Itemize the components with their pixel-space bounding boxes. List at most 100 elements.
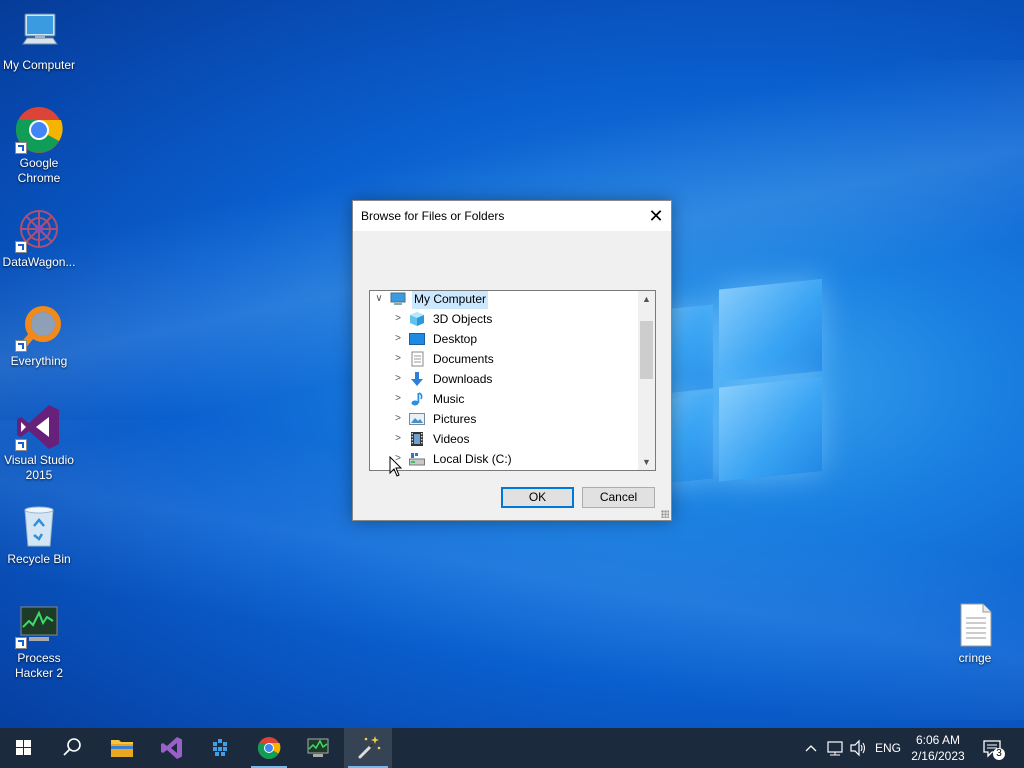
input-language-indicator[interactable]: ENG	[872, 728, 904, 768]
film-strip-icon	[409, 431, 425, 447]
tree-item-label: Pictures	[433, 412, 477, 426]
chrome-icon	[257, 737, 281, 759]
tree-item-documents[interactable]: > Documents	[391, 349, 641, 369]
tree-item-label: 3D Objects	[433, 312, 493, 326]
search-icon	[63, 738, 81, 756]
computer-icon	[15, 8, 63, 56]
shortcut-arrow-icon	[15, 637, 27, 649]
desktop-icon-label: cringe	[958, 651, 992, 665]
desktop-icon-label: My Computer	[2, 58, 76, 72]
desktop-icon-my-computer[interactable]: My Computer	[0, 8, 79, 73]
music-note-icon	[409, 391, 425, 407]
speaker-icon	[850, 739, 866, 757]
clock[interactable]: 6:06 AM 2/16/2023	[906, 732, 970, 764]
chevron-right-icon[interactable]: >	[391, 389, 405, 409]
shortcut-arrow-icon	[15, 142, 27, 154]
desktop-icon-recycle-bin[interactable]: Recycle Bin	[0, 502, 79, 567]
download-arrow-icon	[409, 371, 425, 387]
network-button[interactable]	[824, 728, 846, 768]
tree-item-label: Desktop	[433, 332, 478, 346]
desktop-icon-process-hacker[interactable]: Process Hacker 2	[0, 601, 79, 681]
taskbar-visual-studio[interactable]	[147, 728, 195, 768]
scroll-up-arrow-icon[interactable]: ▲	[638, 291, 655, 307]
chevron-down-icon[interactable]: ∨	[372, 291, 386, 309]
dialog-title-bar[interactable]: Browse for Files or Folders ✕	[353, 201, 671, 231]
desktop-folder-icon	[409, 331, 425, 347]
mouse-cursor-icon	[389, 456, 403, 477]
process-hacker-icon	[307, 738, 329, 757]
chevron-right-icon[interactable]: >	[391, 309, 405, 329]
chevron-right-icon[interactable]: >	[391, 369, 405, 389]
recycle-bin-icon	[15, 502, 63, 550]
computer-icon	[390, 291, 406, 307]
scroll-down-arrow-icon[interactable]: ▼	[638, 454, 655, 470]
pictures-icon	[409, 411, 425, 427]
start-button[interactable]	[0, 728, 48, 768]
action-center-button[interactable]: 3	[978, 728, 1008, 768]
tree-item-label: My Computer	[412, 291, 489, 309]
close-button[interactable]: ✕	[641, 201, 671, 231]
chevron-right-icon[interactable]: >	[391, 329, 405, 349]
tree-item-label: Local Disk (C:)	[433, 452, 512, 466]
tree-scrollbar[interactable]: ▲ ▼	[638, 291, 655, 470]
datawagon-icon	[213, 739, 227, 756]
cancel-button[interactable]: Cancel	[582, 487, 655, 508]
desktop-icon-cringe[interactable]: cringe	[935, 601, 1015, 666]
tree-item-label: Documents	[433, 352, 494, 366]
taskbar-datawagon[interactable]	[196, 728, 244, 768]
taskbar: ENG 6:06 AM 2/16/2023 3	[0, 728, 1024, 768]
desktop-icon-google-chrome[interactable]: Google Chrome	[0, 106, 79, 186]
folder-tree[interactable]: ∨ My Computer > 3D Objects > Desktop > D…	[369, 290, 656, 471]
documents-icon	[409, 351, 425, 367]
process-hacker-icon	[15, 601, 63, 649]
network-icon	[827, 741, 843, 756]
chrome-icon	[15, 106, 63, 154]
hard-drive-icon	[409, 451, 425, 467]
show-hidden-icons-button[interactable]	[801, 728, 821, 768]
chevron-right-icon[interactable]: >	[391, 409, 405, 429]
desktop-icon-datawagon[interactable]: DataWagon...	[0, 205, 79, 270]
tree-item-3d-objects[interactable]: > 3D Objects	[391, 309, 641, 329]
visual-studio-icon	[15, 403, 63, 451]
shortcut-arrow-icon	[15, 439, 27, 451]
visual-studio-icon	[161, 737, 182, 759]
ok-button[interactable]: OK	[501, 487, 574, 508]
resize-grip-icon[interactable]	[661, 510, 669, 518]
volume-button[interactable]	[847, 728, 869, 768]
search-button[interactable]	[48, 728, 96, 768]
taskbar-wizard-app[interactable]	[344, 728, 392, 768]
3d-objects-icon	[409, 311, 425, 327]
datawagon-icon	[15, 205, 63, 253]
dialog-title: Browse for Files or Folders	[361, 209, 505, 223]
notification-count-badge: 3	[996, 748, 1002, 759]
chevron-right-icon[interactable]: >	[391, 349, 405, 369]
tree-item-videos[interactable]: > Videos	[391, 429, 641, 449]
desktop-icon-label: Visual Studio 2015	[4, 453, 74, 482]
tree-item-desktop[interactable]: > Desktop	[391, 329, 641, 349]
desktop-icon-visual-studio[interactable]: Visual Studio 2015	[0, 403, 79, 483]
desktop-icon-label: Recycle Bin	[7, 552, 71, 566]
tree-item-label: Music	[433, 392, 465, 406]
tree-item-label: Downloads	[433, 372, 493, 386]
taskbar-file-explorer[interactable]	[98, 728, 146, 768]
desktop-icon-label: Everything	[10, 354, 68, 368]
tree-item-music[interactable]: > Music	[391, 389, 641, 409]
tree-item-label: Videos	[433, 432, 470, 446]
everything-search-icon	[15, 304, 63, 352]
tree-item-downloads[interactable]: > Downloads	[391, 369, 641, 389]
shortcut-arrow-icon	[15, 241, 27, 253]
tree-item-pictures[interactable]: > Pictures	[391, 409, 641, 429]
scrollbar-thumb[interactable]	[640, 321, 653, 379]
desktop-icon-everything[interactable]: Everything	[0, 304, 79, 369]
magic-wand-icon	[358, 736, 381, 759]
tree-item-my-computer[interactable]: ∨ My Computer	[372, 291, 642, 309]
desktop-icon-label: Process Hacker 2	[14, 651, 64, 680]
tree-item-local-disk-c[interactable]: > Local Disk (C:)	[391, 449, 641, 469]
taskbar-process-hacker[interactable]	[294, 728, 342, 768]
windows-start-icon	[16, 740, 31, 755]
folder-icon	[111, 740, 133, 757]
chevron-right-icon[interactable]: >	[391, 429, 405, 449]
clock-time: 6:06 AM	[915, 733, 961, 747]
shortcut-arrow-icon	[15, 340, 27, 352]
taskbar-google-chrome[interactable]	[245, 728, 293, 768]
